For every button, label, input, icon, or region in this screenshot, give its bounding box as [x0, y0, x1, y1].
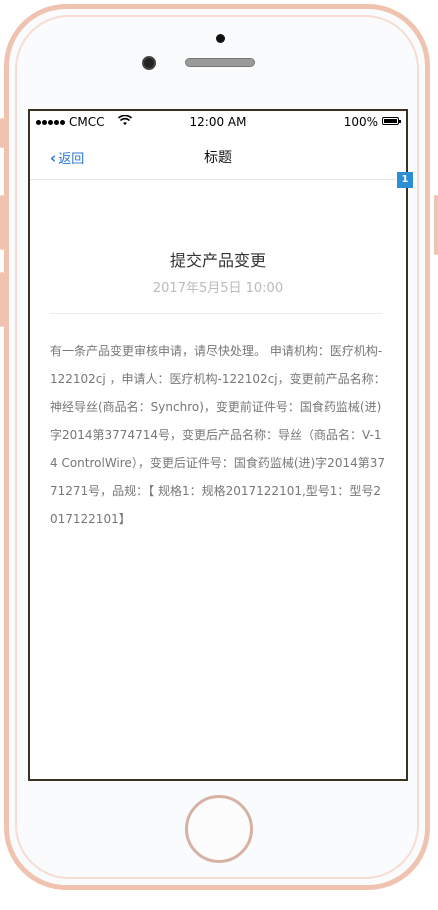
divider	[50, 313, 382, 314]
annotation-badge: 1	[397, 172, 413, 188]
volume-down-button	[0, 272, 4, 327]
power-button	[434, 195, 438, 255]
navigation-bar: ‹ 返回 标题	[30, 133, 406, 180]
battery-icon	[382, 117, 401, 125]
home-button[interactable]	[185, 795, 253, 863]
volume-up-button	[0, 195, 4, 250]
earpiece-speaker	[185, 58, 255, 67]
page-title: 标题	[204, 150, 232, 166]
mute-switch	[0, 118, 4, 148]
front-camera	[142, 56, 156, 70]
proximity-sensor	[216, 34, 225, 43]
message-title: 提交产品变更	[169, 251, 266, 270]
app-screen: CMCC 12:00 AM 100% ‹ 返回 标题 提交产品变更 2017年5…	[28, 109, 408, 781]
battery-percentage: 100%	[343, 115, 378, 129]
message-body: 有一条产品变更审核申请，请尽快处理。 申请机构：医疗机构-122102cj ，申…	[50, 344, 386, 526]
status-bar: CMCC 12:00 AM 100%	[30, 111, 406, 133]
message-date: 2017年5月5日 10:00	[152, 281, 284, 296]
